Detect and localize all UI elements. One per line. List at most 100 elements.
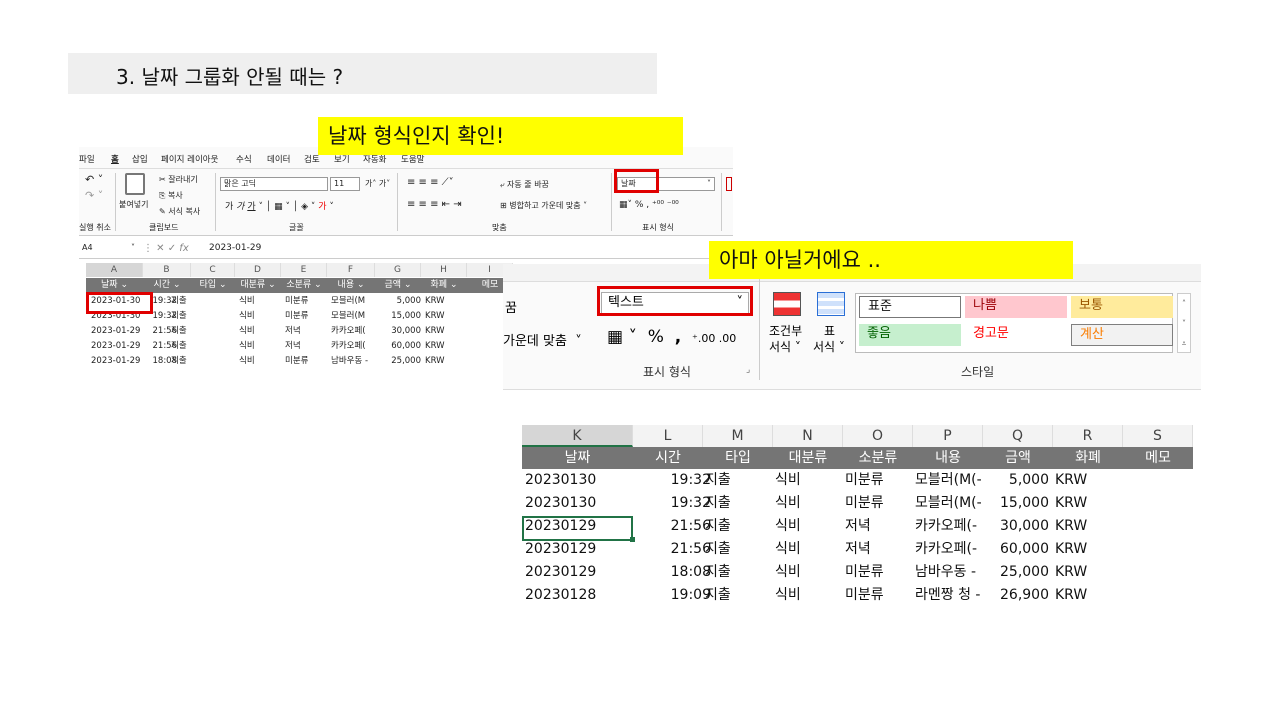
col-header-h[interactable]: H bbox=[421, 263, 467, 277]
menu-home[interactable]: 홈 bbox=[111, 153, 119, 165]
left-cell-r3-c4[interactable]: 저녁 bbox=[285, 339, 327, 354]
align-icons[interactable]: ≡ ≡ ≡ ⇤ ⇥ bbox=[407, 199, 462, 210]
cell-r0-c5[interactable]: 모블러(M(- bbox=[915, 469, 987, 492]
header-category[interactable]: 대분류 ⌄ bbox=[235, 278, 281, 293]
cell-r2-c2[interactable]: 지출 bbox=[705, 515, 765, 538]
undo-icon[interactable]: ↶ ˅ bbox=[85, 173, 103, 186]
cell-r3-c7[interactable]: KRW bbox=[1055, 538, 1115, 561]
left-cell-r0-c5[interactable]: 모블러(M bbox=[331, 294, 375, 309]
paste-label[interactable]: 붙여넣기 bbox=[119, 199, 148, 210]
cell-r2-c4[interactable]: 저녁 bbox=[845, 515, 905, 538]
cell-r4-c0[interactable]: 20230129 bbox=[525, 561, 625, 584]
left-cell-r4-c2[interactable]: 지출 bbox=[171, 354, 211, 369]
left-cell-r2-c6[interactable]: 30,000 bbox=[379, 324, 421, 339]
left-cell-r4-c5[interactable]: 남바우동 - bbox=[331, 354, 375, 369]
cut-button[interactable]: ✂ 잘라내기 bbox=[159, 174, 198, 185]
cell-r3-c3[interactable]: 식비 bbox=[775, 538, 835, 561]
cell-r3-c6[interactable]: 60,000 bbox=[983, 538, 1049, 561]
header-amount[interactable]: 금액 ⌄ bbox=[375, 278, 421, 293]
cell-r4-c4[interactable]: 미분류 bbox=[845, 561, 905, 584]
header-cell-3[interactable]: 대분류 bbox=[773, 447, 843, 469]
header-cell-4[interactable]: 소분류 bbox=[843, 447, 913, 469]
header-cell-8[interactable]: 메모 bbox=[1123, 447, 1193, 469]
cell-r5-c6[interactable]: 26,900 bbox=[983, 584, 1049, 607]
left-cell-r4-c3[interactable]: 식비 bbox=[239, 354, 281, 369]
cell-r4-c1[interactable]: 18:08 bbox=[633, 561, 711, 584]
number-format-icons-zoom[interactable]: ▦ ˅ % , ⁺.00 .00 bbox=[607, 327, 736, 347]
left-cell-r2-c4[interactable]: 저녁 bbox=[285, 324, 327, 339]
left-cell-r1-c3[interactable]: 식비 bbox=[239, 309, 281, 324]
left-cell-r1-c7[interactable]: KRW bbox=[425, 309, 467, 324]
header-type[interactable]: 타입 ⌄ bbox=[191, 278, 235, 293]
paste-icon[interactable] bbox=[125, 173, 145, 195]
left-cell-r2-c7[interactable]: KRW bbox=[425, 324, 467, 339]
cell-r1-c7[interactable]: KRW bbox=[1055, 492, 1115, 515]
formula-input[interactable]: 2023-01-29 bbox=[209, 243, 261, 253]
gallery-scroll[interactable]: ˄ ˅ ⩡ bbox=[1177, 293, 1191, 353]
left-cell-r0-c2[interactable]: 지출 bbox=[171, 294, 211, 309]
left-cell-r3-c6[interactable]: 60,000 bbox=[379, 339, 421, 354]
cell-r2-c1[interactable]: 21:56 bbox=[633, 515, 711, 538]
cell-r1-c4[interactable]: 미분류 bbox=[845, 492, 905, 515]
left-cell-r0-c6[interactable]: 5,000 bbox=[379, 294, 421, 309]
col-header-l[interactable]: L bbox=[633, 425, 703, 447]
copy-button[interactable]: ⎘ 복사 bbox=[159, 190, 183, 201]
merge-center-button[interactable]: ⊞ 병합하고 가운데 맞춤 ˅ bbox=[500, 200, 587, 211]
menu-insert[interactable]: 삽입 bbox=[132, 153, 148, 165]
conditional-format-label-1[interactable]: 조건부 bbox=[769, 322, 802, 339]
format-as-table-label-2[interactable]: 서식 ˅ bbox=[813, 338, 845, 355]
cell-r1-c5[interactable]: 모블러(M(- bbox=[915, 492, 987, 515]
col-header-e[interactable]: E bbox=[281, 263, 327, 277]
cell-r5-c2[interactable]: 지출 bbox=[705, 584, 765, 607]
left-cell-r2-c3[interactable]: 식비 bbox=[239, 324, 281, 339]
format-painter-button[interactable]: ✎ 서식 복사 bbox=[159, 206, 200, 217]
cell-r4-c3[interactable]: 식비 bbox=[775, 561, 835, 584]
left-cell-r2-c2[interactable]: 지출 bbox=[171, 324, 211, 339]
cell-r4-c7[interactable]: KRW bbox=[1055, 561, 1115, 584]
menu-formulas[interactable]: 수식 bbox=[236, 153, 252, 165]
cell-r3-c5[interactable]: 카카오페(- bbox=[915, 538, 987, 561]
cell-style-4[interactable]: 경고문 bbox=[965, 324, 1067, 346]
col-header-n[interactable]: N bbox=[773, 425, 843, 447]
col-header-c[interactable]: C bbox=[191, 263, 235, 277]
cell-style-3[interactable]: 좋음 bbox=[859, 324, 961, 346]
header-cell-2[interactable]: 타입 bbox=[703, 447, 773, 469]
left-cell-r1-c4[interactable]: 미분류 bbox=[285, 309, 327, 324]
cell-r2-c5[interactable]: 카카오페(- bbox=[915, 515, 987, 538]
cell-style-1[interactable]: 나쁨 bbox=[965, 296, 1067, 318]
cell-style-5[interactable]: 계산 bbox=[1071, 324, 1173, 346]
header-cell-5[interactable]: 내용 bbox=[913, 447, 983, 469]
header-subcategory[interactable]: 소분류 ⌄ bbox=[281, 278, 327, 293]
cell-r2-c6[interactable]: 30,000 bbox=[983, 515, 1049, 538]
header-currency[interactable]: 화폐 ⌄ bbox=[421, 278, 467, 293]
left-cell-r4-c4[interactable]: 미분류 bbox=[285, 354, 327, 369]
left-cell-r3-c3[interactable]: 식비 bbox=[239, 339, 281, 354]
conditional-format-icon-zoom[interactable] bbox=[773, 292, 801, 316]
cell-r2-c7[interactable]: KRW bbox=[1055, 515, 1115, 538]
header-cell-0[interactable]: 날짜 bbox=[522, 447, 633, 469]
left-cell-r0-c7[interactable]: KRW bbox=[425, 294, 467, 309]
format-as-table-icon[interactable] bbox=[817, 292, 845, 316]
cell-r1-c1[interactable]: 19:32 bbox=[633, 492, 711, 515]
cell-r4-c2[interactable]: 지출 bbox=[705, 561, 765, 584]
left-cell-r4-c0[interactable]: 2023-01-29 bbox=[91, 354, 143, 369]
cell-r5-c1[interactable]: 19:09 bbox=[633, 584, 711, 607]
align-top-icons[interactable]: ≡ ≡ ≡ ⟋˅ bbox=[407, 177, 454, 188]
col-header-b[interactable]: B bbox=[143, 263, 191, 277]
col-header-p[interactable]: P bbox=[913, 425, 983, 447]
font-size-icons[interactable]: 가˄ 가˅ bbox=[365, 178, 390, 189]
cell-r2-c3[interactable]: 식비 bbox=[775, 515, 835, 538]
conditional-format-label-2[interactable]: 서식 ˅ bbox=[769, 338, 801, 355]
col-header-a[interactable]: A bbox=[86, 263, 143, 277]
left-cell-r3-c5[interactable]: 카카오페( bbox=[331, 339, 375, 354]
left-cell-r2-c0[interactable]: 2023-01-29 bbox=[91, 324, 143, 339]
col-header-o[interactable]: O bbox=[843, 425, 913, 447]
cell-r0-c0[interactable]: 20230130 bbox=[525, 469, 625, 492]
cell-r5-c5[interactable]: 라멘짱 청 - bbox=[915, 584, 987, 607]
cell-r3-c4[interactable]: 저녁 bbox=[845, 538, 905, 561]
left-cell-r1-c2[interactable]: 지출 bbox=[171, 309, 211, 324]
cell-r1-c6[interactable]: 15,000 bbox=[983, 492, 1049, 515]
font-name-select[interactable]: 맑은 고딕 bbox=[220, 177, 328, 191]
header-content[interactable]: 내용 ⌄ bbox=[327, 278, 375, 293]
left-cell-r1-c5[interactable]: 모블러(M bbox=[331, 309, 375, 324]
